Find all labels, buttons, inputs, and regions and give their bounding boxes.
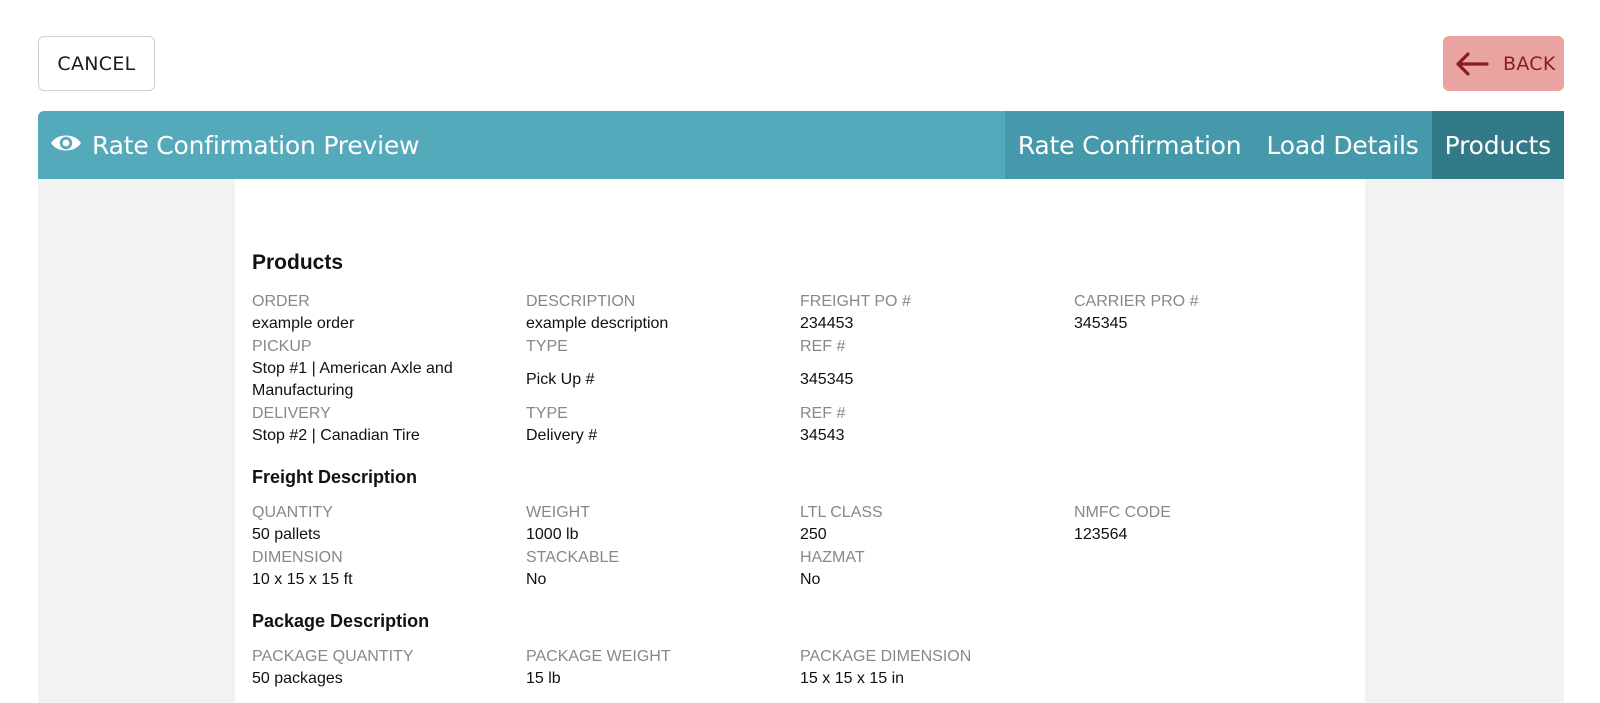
back-label: BACK	[1503, 52, 1556, 75]
pickup-type-label: TYPE	[526, 338, 568, 355]
ltl-class-value: 250	[800, 526, 827, 543]
package-weight-label: PACKAGE WEIGHT	[526, 648, 671, 665]
pickup-ref-label: REF #	[800, 338, 846, 355]
carrier-pro-value: 345345	[1074, 315, 1128, 332]
description-value: example description	[526, 315, 669, 332]
header-tabs: Rate Confirmation Load Details Products	[1004, 111, 1564, 179]
tab-rate-confirmation[interactable]: Rate Confirmation	[1004, 111, 1254, 179]
cancel-button[interactable]: CANCEL	[38, 36, 155, 91]
ltl-class-label: LTL CLASS	[800, 504, 883, 521]
delivery-value: Stop #2 | Canadian Tire	[252, 427, 420, 444]
delivery-type-value: Delivery #	[526, 427, 598, 444]
hazmat-label: HAZMAT	[800, 549, 865, 566]
tab-load-details[interactable]: Load Details	[1253, 111, 1432, 179]
delivery-ref-label: REF #	[800, 405, 846, 422]
quantity-value: 50 pallets	[252, 526, 321, 543]
pickup-value: Stop #1 | American Axle and Manufacturin…	[252, 360, 453, 399]
quantity-label: QUANTITY	[252, 504, 333, 521]
delivery-type-label: TYPE	[526, 405, 568, 422]
package-quantity-value: 50 packages	[252, 670, 343, 687]
weight-value: 1000 lb	[526, 526, 579, 543]
package-dimension-value: 15 x 15 x 15 in	[800, 670, 905, 687]
products-heading: Products	[252, 251, 344, 274]
package-dimension-label: PACKAGE DIMENSION	[800, 648, 972, 665]
carrier-pro-label: CARRIER PRO #	[1074, 293, 1199, 310]
preview-header: Rate Confirmation Preview Rate Confirmat…	[38, 111, 1564, 179]
pickup-type-value: Pick Up #	[526, 371, 595, 388]
back-button[interactable]: BACK	[1443, 36, 1564, 91]
delivery-ref-value: 34543	[800, 427, 845, 444]
nmfc-code-value: 123564	[1074, 526, 1128, 543]
page-title: Rate Confirmation Preview	[92, 130, 420, 160]
description-label: DESCRIPTION	[526, 293, 636, 310]
weight-label: WEIGHT	[526, 504, 590, 521]
package-description-heading: Package Description	[252, 611, 430, 631]
nmfc-code-label: NMFC CODE	[1074, 504, 1171, 521]
tab-products[interactable]: Products	[1431, 111, 1564, 179]
order-value: example order	[252, 315, 355, 332]
pickup-ref-value: 345345	[800, 371, 854, 388]
arrow-left-icon	[1455, 51, 1489, 77]
freight-po-label: FREIGHT PO #	[800, 293, 911, 310]
stackable-label: STACKABLE	[526, 549, 620, 566]
pickup-label: PICKUP	[252, 338, 312, 355]
hazmat-value: No	[800, 571, 821, 588]
dimension-label: DIMENSION	[252, 549, 343, 566]
order-label: ORDER	[252, 293, 310, 310]
eye-icon	[50, 131, 82, 159]
package-quantity-label: PACKAGE QUANTITY	[252, 648, 414, 665]
package-weight-value: 15 lb	[526, 670, 561, 687]
stackable-value: No	[526, 571, 547, 588]
delivery-label: DELIVERY	[252, 405, 331, 422]
freight-po-value: 234453	[800, 315, 854, 332]
dimension-value: 10 x 15 x 15 ft	[252, 571, 353, 588]
document-preview: Products ORDER example order DESCRIPTION…	[235, 179, 1365, 703]
freight-description-heading: Freight Description	[252, 467, 418, 487]
